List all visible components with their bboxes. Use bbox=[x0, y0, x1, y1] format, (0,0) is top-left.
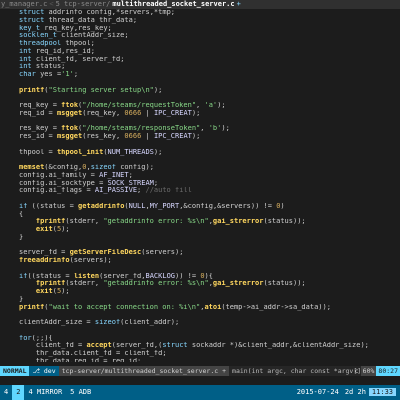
code-line[interactable]: fprintf(stderr, "getaddrinfo error: %s\n… bbox=[0, 218, 400, 226]
code-line[interactable]: req_key = ftok("/home/steams/requestToke… bbox=[0, 102, 400, 110]
code-line[interactable]: struct thread_data thr_data; bbox=[0, 17, 400, 25]
code-line[interactable]: struct addrinfo config,*servers,*tmp; bbox=[0, 9, 400, 17]
code-line[interactable]: clientAddr_size = sizeof(client_addr); bbox=[0, 319, 400, 327]
modified-flag: + bbox=[222, 367, 227, 375]
code-line[interactable]: printf("Starting server setup\n"); bbox=[0, 87, 400, 95]
tmux-window-active[interactable]: 2 bbox=[12, 385, 25, 400]
code-line[interactable]: { bbox=[0, 211, 400, 219]
code-line[interactable]: } bbox=[0, 296, 400, 304]
tab-previous[interactable]: y_manager.c bbox=[0, 0, 48, 8]
modified-indicator: + bbox=[236, 0, 241, 8]
code-line[interactable]: key_t req_key,res_key; bbox=[0, 25, 400, 33]
mode-indicator: NORMAL bbox=[0, 366, 30, 376]
code-line[interactable]: config.ai_socktype = SOCK_STREAM; bbox=[0, 180, 400, 188]
code-line[interactable] bbox=[0, 141, 400, 149]
code-line[interactable]: memset(&config,0,sizeof config); bbox=[0, 164, 400, 172]
tmux-window-mirror[interactable]: 4 MIRROR bbox=[24, 385, 66, 400]
code-line[interactable] bbox=[0, 118, 400, 126]
statusline-filename: tcp-server/multithreaded_socket_server.c… bbox=[58, 366, 230, 376]
code-line[interactable] bbox=[0, 156, 400, 164]
code-line[interactable]: thr_data.client_fd = client_fd; bbox=[0, 350, 400, 358]
vim-tabline: y_manager.c <5 tcp-server/multithreaded_s… bbox=[0, 0, 400, 9]
code-line[interactable]: fprintf(stderr, "getaddrinfo error: %s\n… bbox=[0, 280, 400, 288]
branch-icon: ⎇ bbox=[32, 367, 44, 375]
tmux-uptime: 2d 2h bbox=[344, 388, 366, 396]
tmux-date: 2015-07-24 bbox=[296, 388, 339, 396]
code-line[interactable] bbox=[0, 311, 400, 319]
percent-through-file: 60% bbox=[360, 366, 377, 376]
code-line[interactable]: thr_data.req_id = req_id; bbox=[0, 358, 400, 362]
code-line[interactable]: socklen_t clientAddr_size; bbox=[0, 32, 400, 40]
code-line[interactable] bbox=[0, 265, 400, 273]
tmux-session: 4 bbox=[4, 388, 9, 396]
code-line[interactable]: if ((status = getaddrinfo(NULL,MY_PORT,&… bbox=[0, 203, 400, 211]
tmux-window-adb[interactable]: 5 ADB bbox=[66, 385, 95, 400]
tmux-clock: 11:33 bbox=[368, 388, 396, 396]
code-line[interactable]: if((status = listen(server_fd,BACKLOG)) … bbox=[0, 273, 400, 281]
code-line[interactable] bbox=[0, 79, 400, 87]
code-line[interactable]: req_id = msgget(req_key, 0666 | IPC_CREA… bbox=[0, 110, 400, 118]
code-line[interactable]: } bbox=[0, 234, 400, 242]
git-branch: ⎇ dev bbox=[29, 366, 59, 376]
code-line[interactable]: int req_id,res_id; bbox=[0, 48, 400, 56]
code-line[interactable]: char yes ='1'; bbox=[0, 71, 400, 79]
code-line[interactable]: res_key = ftok("/home/steams/responseTok… bbox=[0, 125, 400, 133]
code-line[interactable]: printf("wait to accept connection on: %i… bbox=[0, 304, 400, 312]
code-editor[interactable]: struct addrinfo config,*servers,*tmp; str… bbox=[0, 9, 400, 362]
tab-current-dir[interactable]: 5 tcp-server/ bbox=[55, 0, 112, 8]
code-line[interactable]: config.ai_flags = AI_PASSIVE; //auto fil… bbox=[0, 187, 400, 195]
statusline-right: c 60% 80:27 bbox=[353, 366, 400, 376]
code-line[interactable]: thpool = thpool_init(NUM_THREADS); bbox=[0, 149, 400, 157]
code-line[interactable] bbox=[0, 195, 400, 203]
filetype: c bbox=[354, 367, 359, 375]
code-line[interactable]: client_fd = accept(server_fd,(struct soc… bbox=[0, 342, 400, 350]
code-line[interactable] bbox=[0, 327, 400, 335]
tmux-status-bar: 424 MIRROR 5 ADB 2015-07-24 2d 2h 11:33 bbox=[0, 385, 400, 400]
code-line[interactable] bbox=[0, 242, 400, 250]
current-function: main(int argc, char const *argv[]) bbox=[232, 367, 366, 375]
code-line[interactable]: server_fd = getServerFileDesc(servers); bbox=[0, 249, 400, 257]
code-line[interactable]: threadpool thpool; bbox=[0, 40, 400, 48]
tmux-right-status: 2015-07-24 2d 2h 11:33 bbox=[294, 385, 396, 400]
code-line[interactable]: res_id = msgget(res_key, 0666 | IPC_CREA… bbox=[0, 133, 400, 141]
code-line[interactable]: exit(5); bbox=[0, 226, 400, 234]
code-line[interactable]: int client_fd, server_fd; bbox=[0, 56, 400, 64]
cursor-position: 80:27 bbox=[376, 366, 400, 376]
code-line[interactable]: int status; bbox=[0, 63, 400, 71]
tab-separator: < bbox=[49, 0, 54, 8]
code-line[interactable] bbox=[0, 94, 400, 102]
code-line[interactable]: config.ai_family = AF_INET; bbox=[0, 172, 400, 180]
code-line[interactable]: exit(5); bbox=[0, 288, 400, 296]
code-line[interactable]: freeaddrinfo(servers); bbox=[0, 257, 400, 265]
vim-statusline: NORMAL ⎇ dev tcp-server/multithreaded_sock… bbox=[0, 366, 400, 376]
tab-active-file[interactable]: multithreaded_socket_server.c bbox=[111, 0, 235, 8]
code-line[interactable]: for(;;){ bbox=[0, 335, 400, 343]
